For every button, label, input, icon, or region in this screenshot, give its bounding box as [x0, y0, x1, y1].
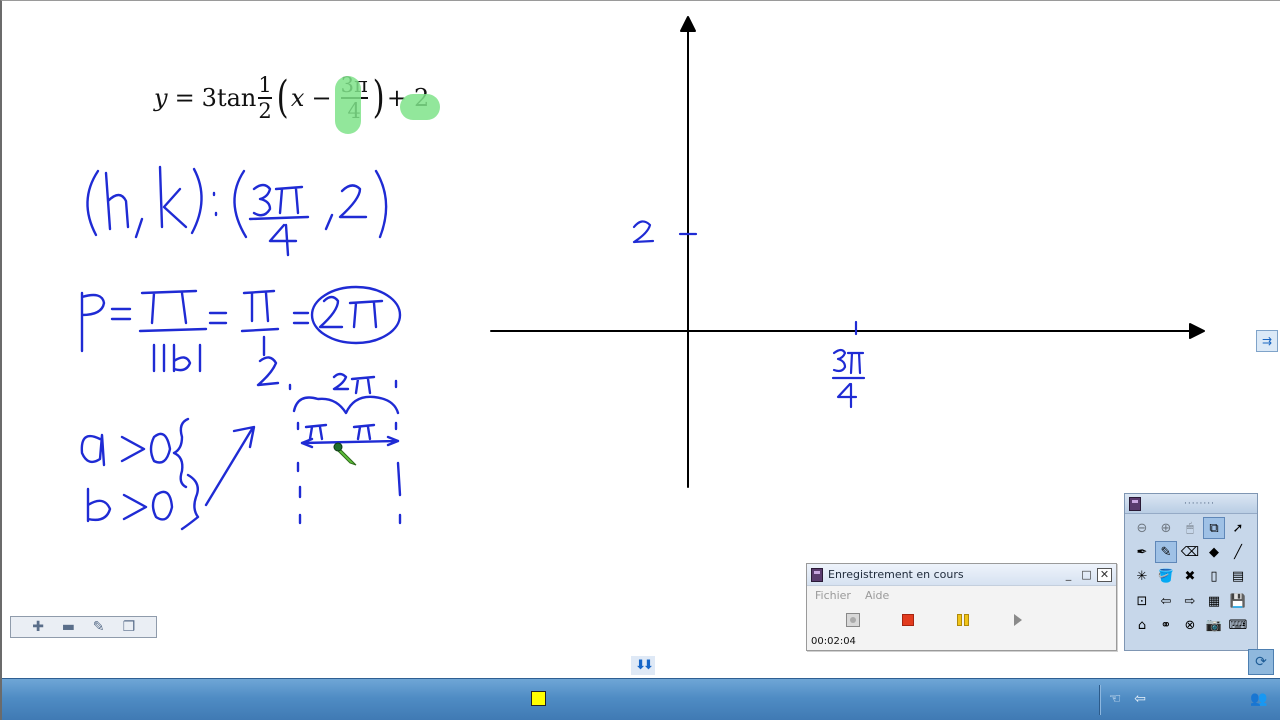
back-arrow-icon[interactable]: ⇦: [1131, 690, 1149, 708]
refresh-icon[interactable]: ⟳: [1248, 649, 1274, 675]
stop-icon: [902, 614, 914, 626]
table-icon[interactable]: ▦: [1203, 590, 1225, 612]
redo-icon[interactable]: ⇨: [1179, 590, 1201, 612]
pen-icon[interactable]: ✒: [1131, 541, 1153, 563]
fill-icon[interactable]: 🪣: [1155, 566, 1177, 588]
graph-annotations: [632, 220, 866, 409]
zoom-in-icon[interactable]: ⊕: [1155, 517, 1177, 539]
taskbar-separator: [1099, 685, 1101, 715]
shapes-icon[interactable]: ◆: [1203, 541, 1225, 563]
plus-icon[interactable]: ✚: [29, 619, 47, 635]
eraser-icon[interactable]: ⌫: [1179, 541, 1201, 563]
recorder-title: Enregistrement en cours: [828, 568, 964, 581]
palette-grid: ⊖ ⊕ 🖱 ⧉ ➚ ✒ ✎ ⌫ ◆ ╱ ✳ 🪣 ✖ ▯ ▤ ⊡ ⇦ ⇨ ▦ 💾 ⌂ ⚭ ⊗ 📷 ⌨: [1125, 514, 1257, 642]
taskbar: ☜ ⇦ 👥: [2, 678, 1280, 720]
highlighter-icon[interactable]: ✎: [1155, 541, 1177, 564]
zoom-out-icon[interactable]: ⊖: [1131, 517, 1153, 539]
pause-icon: [957, 614, 969, 626]
screen-capture-icon[interactable]: ⊡: [1131, 590, 1153, 612]
close-button[interactable]: ✕: [1097, 567, 1112, 582]
palette-titlebar[interactable]: ········: [1125, 494, 1257, 514]
app-icon: [811, 567, 823, 582]
recorder-window: Enregistrement en cours _ □ ✕ Fichier Ai…: [806, 563, 1117, 651]
line-icon[interactable]: ╱: [1227, 541, 1249, 563]
undo-icon[interactable]: ⇦: [1155, 590, 1177, 612]
mouse-icon[interactable]: 🖱: [1179, 517, 1201, 539]
minimize-button[interactable]: _: [1061, 568, 1076, 582]
page-icon[interactable]: ▤: [1227, 566, 1249, 588]
whiteboard-canvas[interactable]: y = 3 tan 1 2 ( x − 3π 4 ) + 2: [0, 0, 1280, 720]
users-icon[interactable]: 👥: [1250, 690, 1268, 708]
pen-cursor-icon: [333, 442, 357, 466]
recorder-titlebar[interactable]: Enregistrement en cours _ □ ✕: [807, 564, 1116, 586]
save-icon[interactable]: 💾: [1227, 590, 1249, 612]
record-icon: [846, 613, 860, 627]
blank-page-icon[interactable]: ▯: [1203, 566, 1225, 588]
palette-grip: ········: [1184, 498, 1215, 509]
label-2: [632, 220, 655, 244]
coordinate-axes: [490, 16, 1205, 488]
hand-icon[interactable]: ☜: [1106, 690, 1124, 708]
edit-icon[interactable]: ✎: [90, 619, 108, 635]
y-axis-arrow: [680, 16, 696, 32]
play-arrow-icon: [1014, 614, 1022, 626]
keyboard-icon[interactable]: ⌨: [1227, 615, 1249, 637]
link-icon[interactable]: ⚭: [1155, 615, 1177, 637]
magic-pen-icon[interactable]: ✳: [1131, 566, 1153, 588]
palette-app-icon: [1129, 496, 1141, 511]
menu-aide[interactable]: Aide: [865, 589, 889, 602]
clear-icon[interactable]: ✖: [1179, 566, 1201, 588]
menu-fichier[interactable]: Fichier: [815, 589, 851, 602]
recorder-controls: [807, 604, 1116, 632]
select-arrow-icon[interactable]: ➚: [1227, 517, 1249, 539]
taskbar-color-square[interactable]: [531, 691, 546, 706]
handwritten-work: [80, 165, 402, 531]
stop-button[interactable]: [900, 612, 916, 628]
copy-page-icon[interactable]: ❐: [120, 619, 138, 635]
slide-toolbar: ✚ ▬ ✎ ❐: [10, 616, 157, 638]
next-page-button[interactable]: ⬇⬇: [631, 656, 655, 675]
camera-icon[interactable]: 📷: [1203, 615, 1225, 637]
maximize-button[interactable]: □: [1079, 568, 1094, 582]
label-3pi4-num: [832, 348, 865, 375]
close-tools-icon[interactable]: ⊗: [1179, 615, 1201, 637]
recorder-menu: Fichier Aide: [807, 586, 1116, 604]
x-axis-arrow: [1189, 323, 1205, 339]
label-3pi4-den: [836, 382, 858, 409]
expand-panel-button[interactable]: ⇉: [1256, 330, 1278, 352]
page-capture-icon[interactable]: ⧉: [1203, 517, 1225, 539]
minus-icon[interactable]: ▬: [59, 619, 77, 635]
tools-palette: ········ ⊖ ⊕ 🖱 ⧉ ➚ ✒ ✎ ⌫ ◆ ╱ ✳ 🪣 ✖ ▯ ▤ ⊡ ⇦ ⇨ ▦ 💾 ⌂ ⚭ ⊗ 📷 ⌨: [1124, 493, 1258, 651]
recording-time: 00:02:04: [811, 636, 856, 647]
next-button[interactable]: [1010, 612, 1026, 628]
record-button[interactable]: [845, 612, 861, 628]
pause-button[interactable]: [955, 612, 971, 628]
desktop-icon[interactable]: ⌂: [1131, 615, 1153, 637]
